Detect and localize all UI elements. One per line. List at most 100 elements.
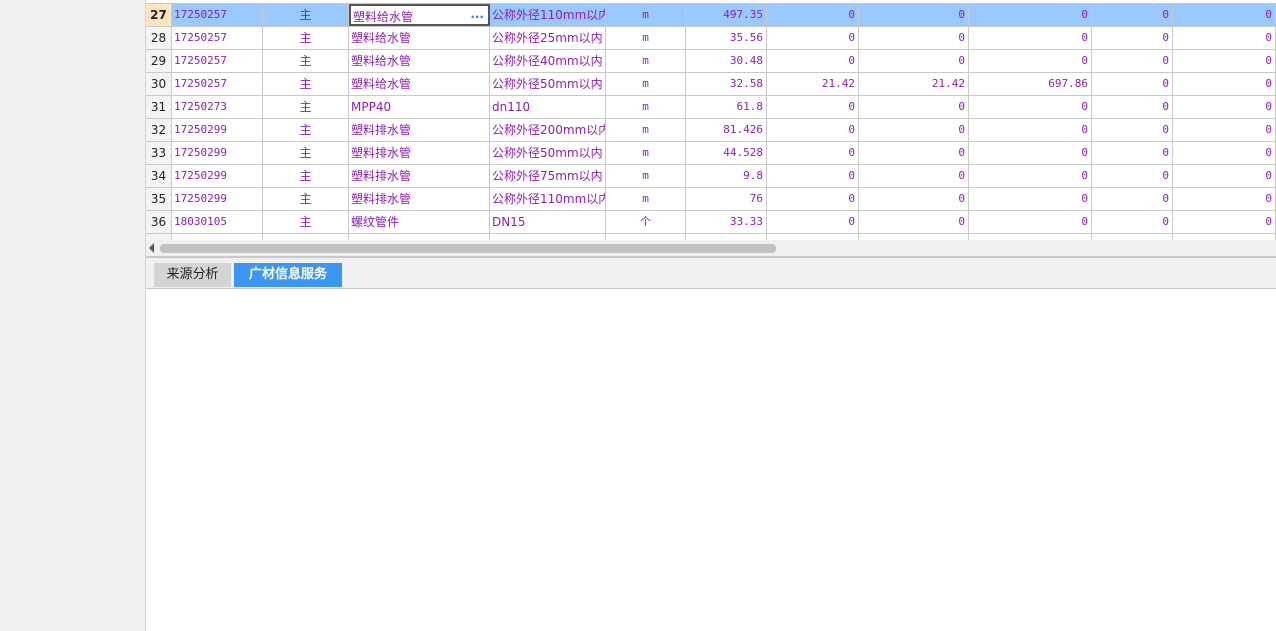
table-row[interactable]: 28 17250257 主塑料给水管 公称外径25mm以内 m 35.56 0 0 0 0 0 bbox=[146, 27, 1276, 50]
tab-gc-info-service[interactable]: 广材信息服务 bbox=[234, 263, 342, 287]
value-col-3-cell[interactable]: 0 bbox=[969, 4, 1092, 26]
material-spec-cell[interactable]: 公称外径110mm以内 bbox=[490, 4, 606, 26]
value-col-4-cell[interactable]: 0 bbox=[1092, 96, 1173, 118]
value-col-1-cell[interactable]: 0 bbox=[767, 142, 859, 164]
unit-cell[interactable]: m bbox=[606, 27, 686, 49]
unit-cell[interactable]: m bbox=[606, 188, 686, 210]
row-number-cell[interactable]: 30 bbox=[146, 73, 172, 95]
material-name-cell[interactable]: 塑料给水管 ··· bbox=[349, 4, 490, 26]
value-col-5-cell[interactable]: 0 bbox=[1173, 73, 1276, 95]
value-col-5-cell[interactable]: 0 bbox=[1173, 4, 1276, 26]
value-col-3-cell[interactable]: 0 bbox=[969, 142, 1092, 164]
quantity-cell[interactable]: 76 bbox=[686, 188, 767, 210]
value-col-2-cell[interactable]: 0 bbox=[859, 27, 969, 49]
material-name-cell[interactable]: 塑料排水管 bbox=[349, 142, 490, 164]
row-number-cell[interactable]: 33 bbox=[146, 142, 172, 164]
material-name-cell[interactable]: 螺纹管件 bbox=[349, 211, 490, 233]
row-number-cell[interactable]: 36 bbox=[146, 211, 172, 233]
quantity-cell[interactable]: 44.528 bbox=[686, 142, 767, 164]
value-col-3-cell[interactable]: 0 bbox=[969, 96, 1092, 118]
material-code-cell[interactable]: 18030105 bbox=[172, 211, 263, 233]
value-col-4-cell[interactable]: 0 bbox=[1092, 165, 1173, 187]
value-col-3-cell[interactable]: 0 bbox=[969, 188, 1092, 210]
row-number-cell[interactable]: 34 bbox=[146, 165, 172, 187]
material-code-cell[interactable]: 17250257 bbox=[172, 4, 263, 26]
material-spec-cell[interactable]: DN15 bbox=[490, 211, 606, 233]
value-col-1-cell[interactable]: 0 bbox=[767, 188, 859, 210]
table-row[interactable]: 34 17250299 主塑料排水管 公称外径75mm以内 m 9.8 0 0 0 0 0 bbox=[146, 165, 1276, 188]
horizontal-scrollbar[interactable] bbox=[146, 240, 1276, 256]
material-type-cell[interactable]: 主 bbox=[263, 211, 349, 233]
value-col-1-cell[interactable]: 0 bbox=[767, 165, 859, 187]
material-spec-cell[interactable]: 公称外径25mm以内 bbox=[490, 27, 606, 49]
row-number-cell[interactable]: 32 bbox=[146, 119, 172, 141]
value-col-5-cell[interactable]: 0 bbox=[1173, 165, 1276, 187]
material-type-cell[interactable]: 主 bbox=[263, 119, 349, 141]
material-type-cell[interactable]: 主 bbox=[263, 50, 349, 72]
value-col-1-cell[interactable]: 0 bbox=[767, 50, 859, 72]
row-number-cell[interactable]: 29 bbox=[146, 50, 172, 72]
material-code-cell[interactable]: 17250299 bbox=[172, 165, 263, 187]
value-col-3-cell[interactable]: 697.86 bbox=[969, 73, 1092, 95]
material-type-cell[interactable]: 主 bbox=[263, 142, 349, 164]
material-name-cell[interactable]: 塑料给水管 bbox=[349, 73, 490, 95]
tab-source-analysis[interactable]: 来源分析 bbox=[154, 263, 231, 287]
table-row[interactable]: 36 18030105 主螺纹管件 DN15 个 33.33 0 0 0 0 0 bbox=[146, 211, 1276, 234]
value-col-3-cell[interactable]: 0 bbox=[969, 211, 1092, 233]
value-col-4-cell[interactable]: 0 bbox=[1092, 142, 1173, 164]
table-row[interactable]: 29 17250257 主塑料给水管 公称外径40mm以内 m 30.48 0 0 0 0 0 bbox=[146, 50, 1276, 73]
value-col-5-cell[interactable]: 0 bbox=[1173, 96, 1276, 118]
material-type-cell[interactable]: 主 bbox=[263, 96, 349, 118]
table-row[interactable]: 35 17250299 主塑料排水管 公称外径110mm以内 m 76 0 0 0 0 0 bbox=[146, 188, 1276, 211]
material-name-cell[interactable]: 塑料给水管 bbox=[349, 27, 490, 49]
material-code-cell[interactable]: 17250273 bbox=[172, 96, 263, 118]
edit-more-button[interactable]: ··· bbox=[470, 6, 484, 24]
value-col-1-cell[interactable]: 0 bbox=[767, 4, 859, 26]
value-col-2-cell[interactable]: 0 bbox=[859, 142, 969, 164]
material-code-cell[interactable]: 17250299 bbox=[172, 119, 263, 141]
table-row[interactable]: 32 17250299 主塑料排水管 公称外径200mm以内 m 81.426 0 0 0 0 0 bbox=[146, 119, 1276, 142]
quantity-cell[interactable]: 30.48 bbox=[686, 50, 767, 72]
value-col-2-cell[interactable]: 0 bbox=[859, 165, 969, 187]
value-col-4-cell[interactable]: 0 bbox=[1092, 119, 1173, 141]
row-number-cell[interactable]: 31 bbox=[146, 96, 172, 118]
row-number-cell[interactable]: 35 bbox=[146, 188, 172, 210]
unit-cell[interactable]: m bbox=[606, 50, 686, 72]
value-col-5-cell[interactable]: 0 bbox=[1173, 211, 1276, 233]
material-code-cell[interactable]: 17250299 bbox=[172, 142, 263, 164]
row-number-cell[interactable]: 27 bbox=[146, 4, 172, 26]
value-col-1-cell[interactable]: 0 bbox=[767, 119, 859, 141]
unit-cell[interactable]: m bbox=[606, 4, 686, 26]
material-name-cell[interactable]: 塑料排水管 bbox=[349, 119, 490, 141]
material-spec-cell[interactable]: 公称外径110mm以内 bbox=[490, 188, 606, 210]
quantity-cell[interactable]: 33.33 bbox=[686, 211, 767, 233]
value-col-1-cell[interactable]: 0 bbox=[767, 96, 859, 118]
unit-cell[interactable]: 个 bbox=[606, 211, 686, 233]
table-row[interactable]: 33 17250299 主塑料排水管 公称外径50mm以内 m 44.528 0 0 0 0 0 bbox=[146, 142, 1276, 165]
quantity-cell[interactable]: 497.35 bbox=[686, 4, 767, 26]
value-col-2-cell[interactable]: 0 bbox=[859, 96, 969, 118]
value-col-4-cell[interactable]: 0 bbox=[1092, 27, 1173, 49]
value-col-2-cell[interactable]: 21.42 bbox=[859, 73, 969, 95]
material-name-cell[interactable]: 塑料给水管 bbox=[349, 50, 490, 72]
value-col-1-cell[interactable]: 0 bbox=[767, 27, 859, 49]
value-col-5-cell[interactable]: 0 bbox=[1173, 188, 1276, 210]
material-spec-cell[interactable]: dn110 bbox=[490, 96, 606, 118]
material-type-cell[interactable]: 主 bbox=[263, 165, 349, 187]
material-code-cell[interactable]: 17250257 bbox=[172, 73, 263, 95]
quantity-cell[interactable]: 32.58 bbox=[686, 73, 767, 95]
material-name-cell[interactable]: MPP40 bbox=[349, 96, 490, 118]
scroll-left-arrow-icon[interactable] bbox=[149, 243, 154, 253]
table-row[interactable]: 31 17250273 主 MPP40 dn110 m 61.8 0 0 0 0 0 bbox=[146, 96, 1276, 119]
value-col-2-cell[interactable]: 0 bbox=[859, 119, 969, 141]
value-col-2-cell[interactable]: 0 bbox=[859, 188, 969, 210]
value-col-1-cell[interactable]: 0 bbox=[767, 211, 859, 233]
value-col-3-cell[interactable]: 0 bbox=[969, 119, 1092, 141]
table-row[interactable]: 27 17250257 主塑料给水管 ··· 公称外径110mm以内 m 497.35 0 0 0… bbox=[146, 4, 1276, 27]
material-type-cell[interactable]: 主 bbox=[263, 27, 349, 49]
unit-cell[interactable]: m bbox=[606, 96, 686, 118]
unit-cell[interactable]: m bbox=[606, 119, 686, 141]
unit-cell[interactable]: m bbox=[606, 73, 686, 95]
table-row[interactable]: 30 17250257 主塑料给水管 公称外径50mm以内 m 32.58 21.42 21.… bbox=[146, 73, 1276, 96]
material-spec-cell[interactable]: 公称外径200mm以内 bbox=[490, 119, 606, 141]
